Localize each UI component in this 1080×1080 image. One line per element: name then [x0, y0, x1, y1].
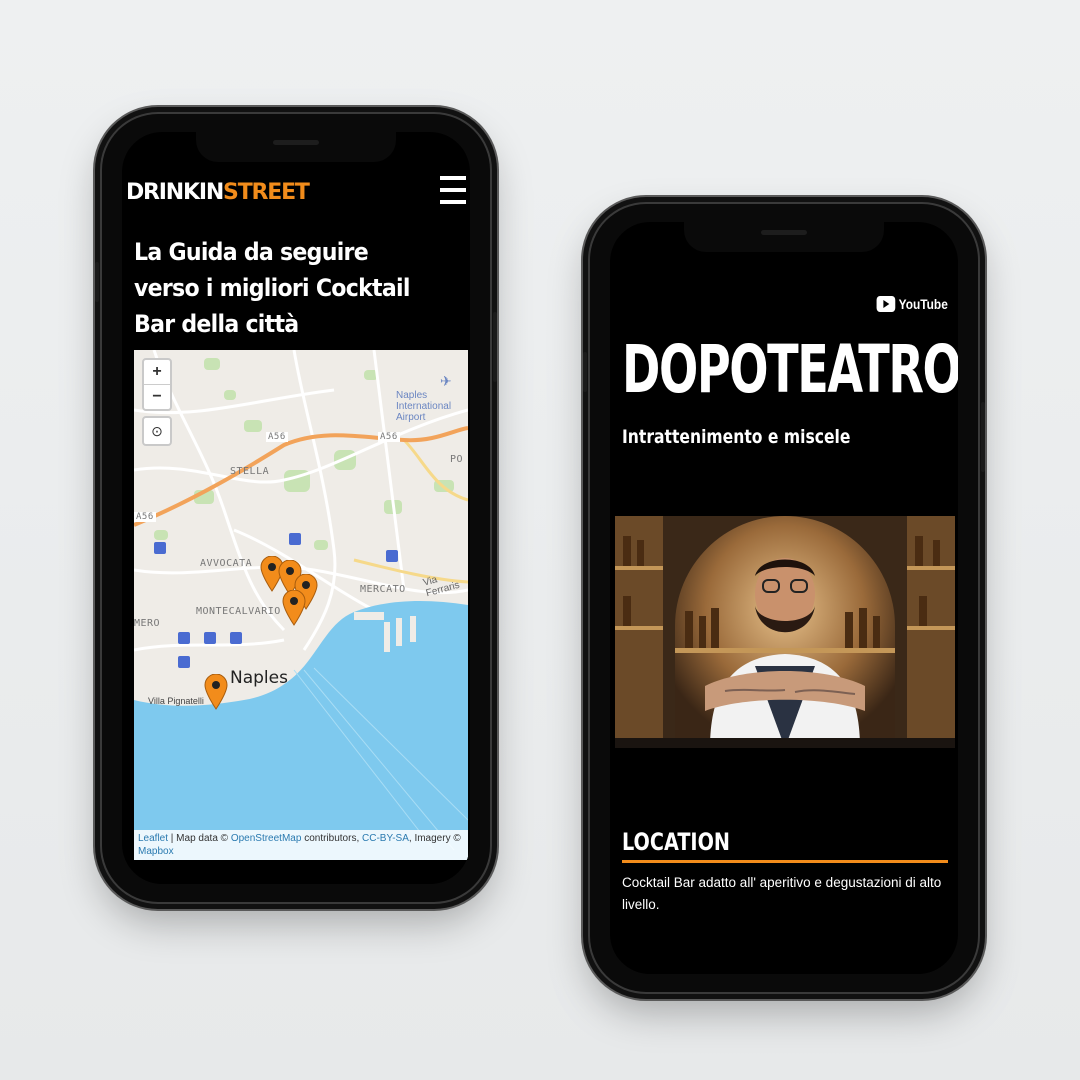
map-label-naples: Naples: [230, 668, 288, 688]
power-button: [493, 312, 497, 382]
map-label-montecalvario: MONTECALVARIO: [196, 606, 281, 617]
leaflet-link[interactable]: Leaflet: [138, 833, 168, 844]
phone-notch: [684, 222, 884, 252]
drinkinstreet-logo[interactable]: DRINKINSTREET: [126, 180, 310, 205]
mapbox-link[interactable]: Mapbox: [138, 846, 174, 857]
phone-mockup-right: YouTube DOPOTEATRO Intrattenimento e mis…: [583, 202, 985, 994]
map-marker-icon[interactable]: [282, 590, 306, 626]
bartender-photo: [615, 516, 955, 748]
map-label-airport: Naples International Airport: [396, 390, 452, 423]
zoom-out-button[interactable]: −: [144, 384, 170, 409]
license-link[interactable]: CC-BY-SA: [362, 833, 409, 844]
zoom-in-button[interactable]: +: [144, 360, 170, 384]
zoom-control: + −: [142, 358, 172, 411]
map-label-mercato: MERCATO: [360, 584, 406, 595]
youtube-link[interactable]: YouTube: [876, 296, 948, 312]
attribution-text: , Imagery ©: [408, 833, 461, 844]
youtube-icon: [876, 296, 896, 312]
map-label-a56-left: A56: [266, 432, 288, 442]
volume-button: [95, 262, 99, 302]
attribution-text: | Map data ©: [168, 833, 231, 844]
hamburger-menu-icon[interactable]: [440, 176, 466, 204]
bar-subtitle: Intrattenimento e miscele: [622, 426, 851, 448]
map-attribution: Leaflet | Map data © OpenStreetMap contr…: [134, 830, 468, 860]
map-label-a56-far: A56: [134, 512, 156, 522]
map-marker-icon[interactable]: [204, 674, 228, 710]
attribution-text: contributors,: [301, 833, 363, 844]
bar-title: DOPOTEATRO: [622, 331, 958, 408]
logo-text-white: DRINKIN: [126, 180, 224, 205]
map-label-mero: MERO: [134, 618, 161, 629]
heading-underline: [622, 860, 948, 863]
map-label-po: PO: [450, 454, 464, 465]
map-label-villa-pignatelli: Villa Pignatelli: [148, 696, 204, 706]
page-headline: La Guida da seguire verso i migliori Coc…: [134, 238, 410, 338]
location-description: Cocktail Bar adatto all' aperitivo e deg…: [622, 875, 942, 912]
power-button: [981, 402, 985, 472]
screen-guide: DRINKINSTREET La Guida da seguire verso …: [122, 132, 470, 884]
osm-link[interactable]: OpenStreetMap: [231, 833, 302, 844]
phone-mockup-left: DRINKINSTREET La Guida da seguire verso …: [95, 112, 497, 904]
logo-text-orange: STREET: [223, 180, 310, 205]
locate-icon[interactable]: ⊙: [142, 416, 172, 446]
youtube-label: YouTube: [898, 296, 948, 312]
location-heading: LOCATION: [622, 828, 730, 856]
svg-text:✈: ✈: [440, 374, 452, 390]
phone-notch: [196, 132, 396, 162]
map-label-a56-right: A56: [378, 432, 400, 442]
screen-bar-detail: YouTube DOPOTEATRO Intrattenimento e mis…: [610, 222, 958, 974]
map-view[interactable]: ✈ Naples International Airport A56 A56 A…: [134, 350, 468, 860]
volume-button: [583, 352, 587, 392]
map-label-avvocata: AVVOCATA: [200, 558, 253, 569]
map-label-stella: STELLA: [230, 466, 270, 477]
